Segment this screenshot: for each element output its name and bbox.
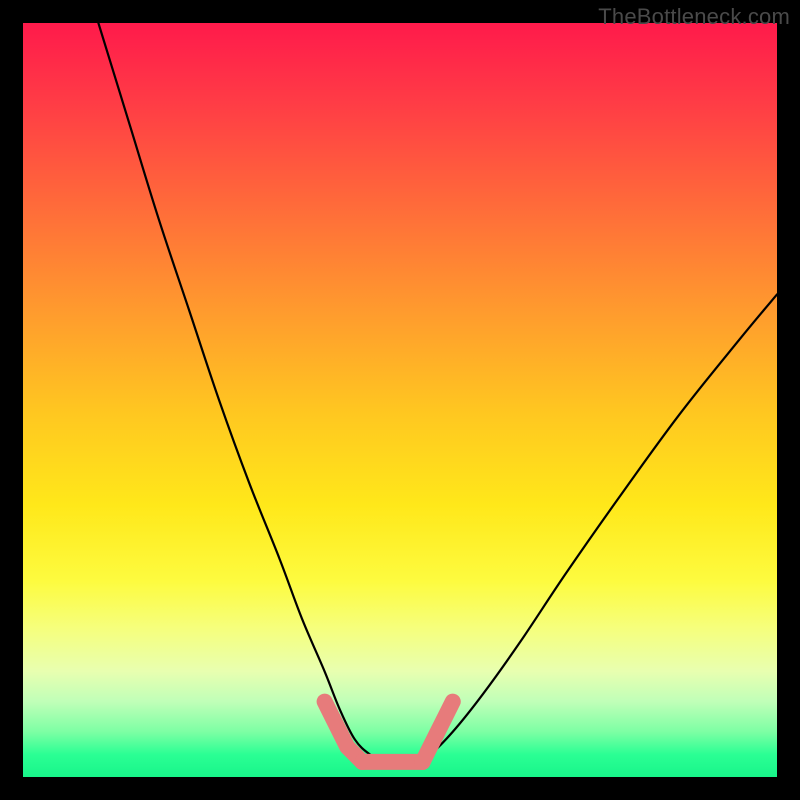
watermark-text: TheBottleneck.com [598, 4, 790, 30]
marker-group [325, 702, 453, 762]
marker-right-foot [423, 702, 453, 762]
chart-frame: TheBottleneck.com [0, 0, 800, 800]
bottleneck-curve [98, 23, 777, 763]
curve-svg [23, 23, 777, 777]
marker-left-foot [325, 702, 363, 762]
plot-area [23, 23, 777, 777]
